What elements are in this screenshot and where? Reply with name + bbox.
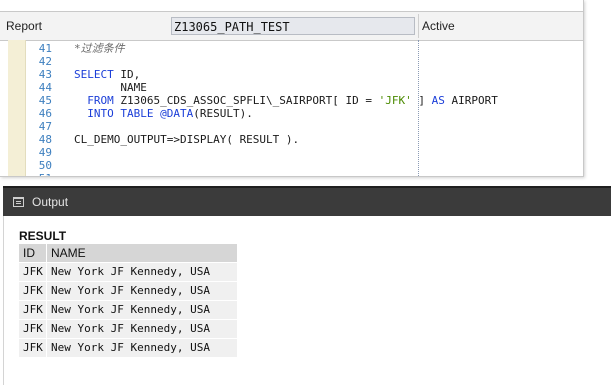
column-divider xyxy=(46,282,47,300)
cell-name: New York JF Kennedy, USA xyxy=(51,322,210,335)
line-number: 44 xyxy=(38,81,52,94)
abap-keyword: FROM xyxy=(74,94,121,107)
table-row: JFK New York JF Kennedy, USA xyxy=(19,320,237,338)
toolbar-divider xyxy=(418,14,419,38)
cell-id: JFK xyxy=(23,303,43,316)
code-line: 46 INTO TABLE @DATA(RESULT). xyxy=(0,107,583,120)
table-header: ID NAME xyxy=(19,244,237,262)
program-status: Active xyxy=(422,19,455,33)
code-comment: *过滤条件 xyxy=(74,42,125,55)
cell-name: New York JF Kennedy, USA xyxy=(51,303,210,316)
line-number: 50 xyxy=(38,159,52,172)
code-line: 47 xyxy=(0,120,583,133)
table-row: JFK New York JF Kennedy, USA xyxy=(19,282,237,300)
table-row: JFK New York JF Kennedy, USA xyxy=(19,301,237,319)
code-token: ID, xyxy=(120,68,141,81)
code-line: 41 *过滤条件 xyxy=(0,42,583,55)
column-header-id: ID xyxy=(23,246,35,260)
column-divider xyxy=(46,244,47,262)
column-header-name: NAME xyxy=(51,246,86,260)
cell-name: New York JF Kennedy, USA xyxy=(51,265,210,278)
code-token: ] xyxy=(411,94,432,107)
line-number: 45 xyxy=(38,94,52,107)
output-panel: RESULT ID NAME JFK New York JF Kennedy, U… xyxy=(3,216,611,385)
abap-keyword: INTO TABLE @DATA xyxy=(74,107,194,120)
program-name-field[interactable]: Z13065_PATH_TEST xyxy=(171,17,415,35)
output-title: Output xyxy=(32,195,69,209)
line-number: 51 xyxy=(26,172,52,176)
code-line: 48 CL_DEMO_OUTPUT=>DISPLAY( RESULT ). xyxy=(0,133,583,146)
abap-keyword: SELECT xyxy=(74,68,121,81)
table-row: JFK New York JF Kennedy, USA xyxy=(19,339,237,357)
column-divider xyxy=(46,301,47,319)
result-title: RESULT xyxy=(19,229,67,243)
line-number: 48 xyxy=(38,133,52,146)
code-editor[interactable]: 41 *过滤条件 42 43 SELECT ID, 44 NAME 45 FROM Z130… xyxy=(0,40,583,176)
code-line: 49 xyxy=(0,146,583,159)
output-panel-header: Output xyxy=(3,186,611,216)
cell-id: JFK xyxy=(23,341,43,354)
code-token: NAME xyxy=(74,81,147,94)
code-text: INTO TABLE @DATA(RESULT). xyxy=(74,107,253,120)
code-text: NAME xyxy=(74,81,147,94)
line-number: 46 xyxy=(38,107,52,120)
report-label: Report xyxy=(6,19,43,33)
code-text: FROM Z13065_CDS_ASSOC_SPFLI\_SAIRPORT[ I… xyxy=(74,94,498,107)
abap-editor-window: Report Z13065_PATH_TEST Active 41 *过滤条件 42… xyxy=(0,0,584,177)
abap-keyword: AS xyxy=(431,94,452,107)
code-line: 42 xyxy=(0,55,583,68)
code-token: Z13065_CDS_ASSOC_SPFLI\_SAIRPORT[ ID = xyxy=(120,94,379,107)
code-text: *过滤条件 xyxy=(74,42,125,55)
line-number: 49 xyxy=(38,146,52,159)
line-number: 47 xyxy=(38,120,52,133)
editor-toolbar: Report Z13065_PATH_TEST Active xyxy=(0,11,583,41)
output-icon xyxy=(13,197,24,207)
code-line: 50 xyxy=(0,159,583,172)
cell-name: New York JF Kennedy, USA xyxy=(51,341,210,354)
column-divider xyxy=(46,320,47,338)
code-line: 44 NAME xyxy=(0,81,583,94)
code-token: (RESULT). xyxy=(193,107,253,120)
column-divider xyxy=(46,339,47,357)
code-token: AIRPORT xyxy=(451,94,498,107)
string-literal: 'JFK' xyxy=(378,94,412,107)
table-row: JFK New York JF Kennedy, USA xyxy=(19,263,237,281)
code-line: 45 FROM Z13065_CDS_ASSOC_SPFLI\_SAIRPORT… xyxy=(0,94,583,107)
cell-id: JFK xyxy=(23,284,43,297)
code-text: SELECT ID, xyxy=(74,68,140,81)
code-token: CL_DEMO_OUTPUT=>DISPLAY( RESULT ). xyxy=(74,133,300,146)
cell-id: JFK xyxy=(23,322,43,335)
column-divider xyxy=(46,263,47,281)
cell-id: JFK xyxy=(23,265,43,278)
line-number: 41 xyxy=(38,42,52,55)
line-number: 42 xyxy=(38,55,52,68)
code-text: CL_DEMO_OUTPUT=>DISPLAY( RESULT ). xyxy=(74,133,299,146)
line-number: 43 xyxy=(38,68,52,81)
code-line: 51 xyxy=(0,172,583,176)
code-line: 43 SELECT ID, xyxy=(0,68,583,81)
cell-name: New York JF Kennedy, USA xyxy=(51,284,210,297)
